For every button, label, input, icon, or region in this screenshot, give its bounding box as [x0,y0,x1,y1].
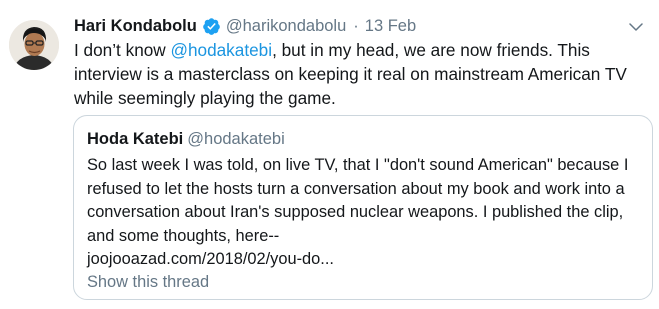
chevron-down-icon[interactable] [627,18,645,36]
show-thread-link[interactable]: Show this thread [87,270,209,294]
quoted-tweet[interactable]: Hoda Katebi @hodakatebi So last week I wa… [73,115,653,300]
tweet-date[interactable]: 13 Feb [365,14,416,38]
quoted-author-name: Hoda Katebi [87,130,184,148]
quoted-tweet-body: So last week I was told, on live TV, tha… [87,156,629,245]
quoted-tweet-text: So last week I was told, on live TV, tha… [87,154,647,272]
quoted-author-handle: @hodakatebi [187,130,285,148]
mention-link[interactable]: @hodakatebi [171,40,273,60]
tweet-text-before: I don’t know [74,40,171,60]
author-handle[interactable]: @harikondabolu [226,14,346,38]
tweet-text: I don’t know @hodakatebi, but in my head… [74,38,649,110]
author-name[interactable]: Hari Kondabolu [74,14,197,38]
tweet-card[interactable]: Hari Kondabolu @harikondabolu · 13 Feb I… [0,0,659,309]
separator-dot: · [353,17,359,35]
verified-badge-icon [202,17,221,36]
author-avatar[interactable] [9,20,59,70]
quoted-tweet-link[interactable]: joojooazad.com/2018/02/you-do... [87,248,647,272]
quoted-tweet-header: Hoda Katebi @hodakatebi [87,127,285,151]
tweet-header: Hari Kondabolu @harikondabolu · 13 Feb [74,14,416,38]
